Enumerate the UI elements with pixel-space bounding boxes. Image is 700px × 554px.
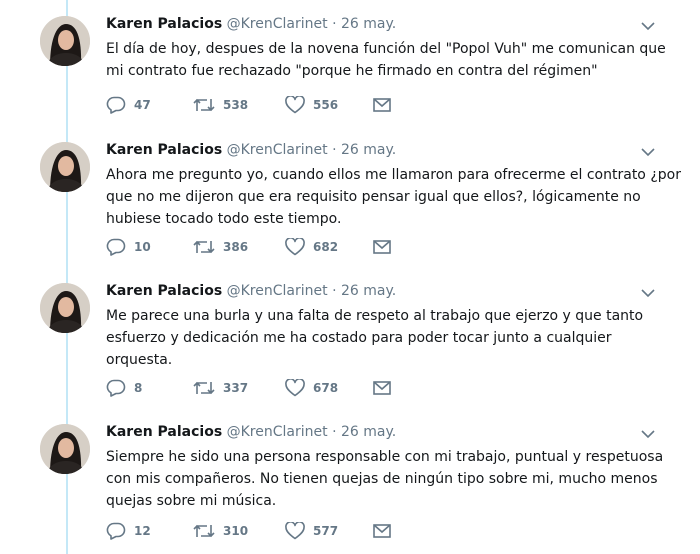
tweet[interactable]: Karen Palacios @KrenClarinet · 26 may. A… <box>0 126 700 266</box>
user-handle[interactable]: @KrenClarinet <box>227 16 328 32</box>
tweet-date[interactable]: 26 may. <box>341 142 396 158</box>
retweet-button[interactable]: 386 <box>193 238 285 256</box>
tweet-text: Ahora me pregunto yo, cuando ellos me ll… <box>106 167 681 227</box>
reply-button[interactable]: 12 <box>106 522 193 540</box>
tweet-actions: 12 310 577 <box>106 520 392 542</box>
heart-icon <box>285 238 305 256</box>
reply-button[interactable]: 10 <box>106 238 193 256</box>
tweet[interactable]: Karen Palacios @KrenClarinet · 26 may. S… <box>0 408 700 554</box>
tweet-text: El día de hoy, despues de la novena func… <box>106 41 666 79</box>
heart-icon <box>285 96 305 114</box>
user-display-name[interactable]: Karen Palacios <box>106 16 222 32</box>
user-handle[interactable]: @KrenClarinet <box>227 424 328 440</box>
retweet-icon <box>193 379 215 397</box>
like-count: 678 <box>313 381 339 395</box>
user-display-name[interactable]: Karen Palacios <box>106 142 222 158</box>
user-handle[interactable]: @KrenClarinet <box>227 283 328 299</box>
tweet-header: Karen Palacios @KrenClarinet · 26 may. <box>106 140 396 160</box>
tweet-header: Karen Palacios @KrenClarinet · 26 may. <box>106 14 396 34</box>
reply-icon <box>106 379 126 397</box>
direct-message-button[interactable] <box>372 522 392 540</box>
reply-count: 10 <box>134 240 151 254</box>
tweet-date[interactable]: 26 may. <box>341 16 396 32</box>
tweet-actions: 47 538 556 <box>106 94 392 116</box>
retweet-count: 538 <box>223 98 249 112</box>
chevron-down-icon[interactable] <box>640 18 656 34</box>
heart-icon <box>285 379 305 397</box>
retweet-icon <box>193 522 215 540</box>
retweet-count: 310 <box>223 524 249 538</box>
like-button[interactable]: 577 <box>285 522 372 540</box>
user-display-name[interactable]: Karen Palacios <box>106 424 222 440</box>
avatar[interactable] <box>40 283 90 333</box>
tweet-header: Karen Palacios @KrenClarinet · 26 may. <box>106 281 396 301</box>
tweet-date[interactable]: 26 may. <box>341 283 396 299</box>
like-button[interactable]: 556 <box>285 96 372 114</box>
tweet-actions: 10 386 682 <box>106 236 392 258</box>
reply-icon <box>106 238 126 256</box>
reply-button[interactable]: 47 <box>106 96 193 114</box>
tweet-header: Karen Palacios @KrenClarinet · 26 may. <box>106 422 396 442</box>
chevron-down-icon[interactable] <box>640 426 656 442</box>
chevron-down-icon[interactable] <box>640 285 656 301</box>
user-handle[interactable]: @KrenClarinet <box>227 142 328 158</box>
retweet-count: 337 <box>223 381 249 395</box>
chevron-down-icon[interactable] <box>640 144 656 160</box>
like-button[interactable]: 682 <box>285 238 372 256</box>
reply-count: 12 <box>134 524 151 538</box>
retweet-button[interactable]: 337 <box>193 379 285 397</box>
avatar[interactable] <box>40 424 90 474</box>
separator-dot: · <box>332 142 337 158</box>
retweet-icon <box>193 96 215 114</box>
tweet-text: Siempre he sido una persona responsable … <box>106 449 664 509</box>
tweet-date[interactable]: 26 may. <box>341 424 396 440</box>
like-count: 682 <box>313 240 339 254</box>
reply-icon <box>106 522 126 540</box>
reply-count: 47 <box>134 98 151 112</box>
tweet-text: Me parece una burla y una falta de respe… <box>106 308 644 368</box>
direct-message-button[interactable] <box>372 379 392 397</box>
avatar[interactable] <box>40 16 90 66</box>
retweet-button[interactable]: 310 <box>193 522 285 540</box>
retweet-icon <box>193 238 215 256</box>
like-count: 577 <box>313 524 339 538</box>
retweet-count: 386 <box>223 240 249 254</box>
reply-count: 8 <box>134 381 143 395</box>
like-count: 556 <box>313 98 339 112</box>
tweet[interactable]: Karen Palacios @KrenClarinet · 26 may. M… <box>0 267 700 407</box>
separator-dot: · <box>332 283 337 299</box>
avatar[interactable] <box>40 142 90 192</box>
retweet-button[interactable]: 538 <box>193 96 285 114</box>
user-display-name[interactable]: Karen Palacios <box>106 283 222 299</box>
envelope-icon <box>372 96 392 114</box>
tweet-actions: 8 337 678 <box>106 377 392 399</box>
like-button[interactable]: 678 <box>285 379 372 397</box>
heart-icon <box>285 522 305 540</box>
envelope-icon <box>372 379 392 397</box>
envelope-icon <box>372 238 392 256</box>
tweet[interactable]: Karen Palacios @KrenClarinet · 26 may. E… <box>0 0 700 136</box>
direct-message-button[interactable] <box>372 96 392 114</box>
reply-icon <box>106 96 126 114</box>
separator-dot: · <box>332 424 337 440</box>
envelope-icon <box>372 522 392 540</box>
reply-button[interactable]: 8 <box>106 379 193 397</box>
separator-dot: · <box>332 16 337 32</box>
direct-message-button[interactable] <box>372 238 392 256</box>
